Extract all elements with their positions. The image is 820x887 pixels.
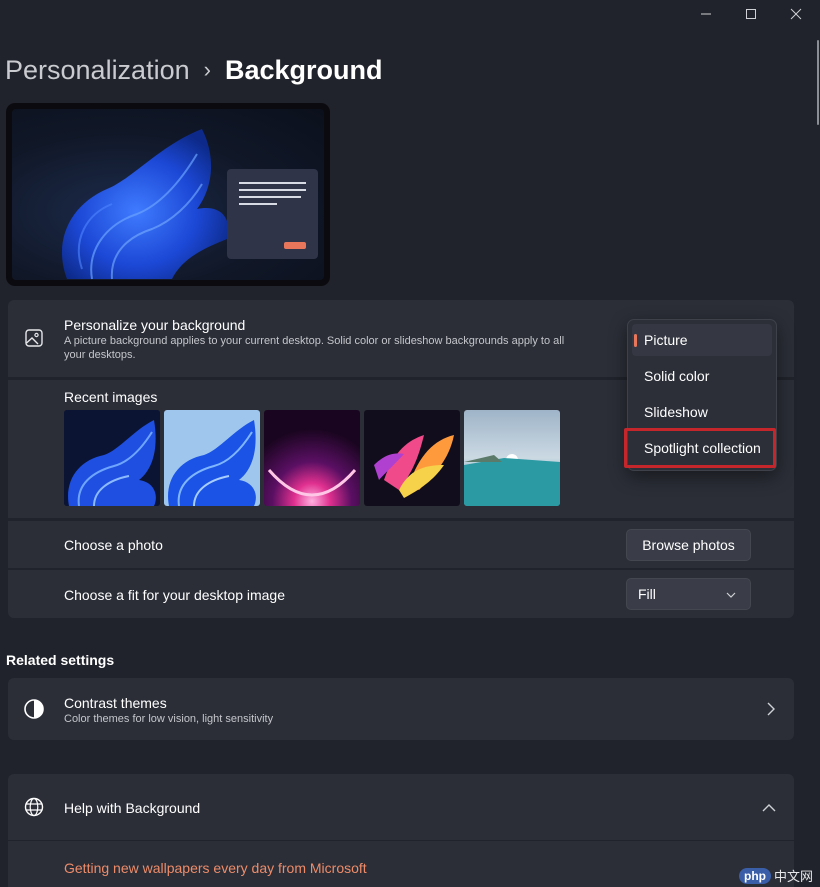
contrast-icon [22,697,46,721]
bloom-dark-blue-image [64,410,160,506]
scrollbar[interactable] [817,40,819,125]
contrast-themes-row[interactable]: Contrast themes Color themes for low vis… [8,678,794,740]
desktop-preview [6,103,330,286]
page-title: Background [224,55,383,85]
purple-glow-image [264,410,360,506]
related-settings-heading: Related settings [6,652,115,668]
breadcrumb-parent[interactable]: Personalization [5,53,190,87]
choose-photo-label: Choose a photo [64,537,163,553]
watermark-logo: php 中文网 [739,866,813,885]
help-link[interactable]: Getting new wallpapers every day from Mi… [64,860,367,876]
preview-window [227,169,318,259]
selection-indicator [634,334,637,347]
choose-fit-label: Choose a fit for your desktop image [64,587,286,603]
watermark-site: 中文网 [774,869,814,884]
recent-images-label: Recent images [64,389,158,405]
breadcrumb: Personalization › Background [5,53,382,87]
chevron-up-icon[interactable] [762,803,776,813]
breadcrumb-separator-icon: › [203,57,211,82]
recent-image-thumb[interactable] [64,410,160,506]
recent-image-thumb[interactable] [464,410,560,506]
watermark-brand: php [739,867,771,884]
globe-icon [22,795,46,819]
close-button[interactable] [773,0,819,28]
chevron-right-icon [767,702,775,716]
image-icon [22,326,46,350]
maximize-button[interactable] [728,0,774,28]
menu-item-picture[interactable]: Picture [632,324,772,356]
recent-image-thumb[interactable] [264,410,360,506]
minimize-icon [701,13,711,15]
bloom-light-blue-image [164,410,260,506]
contrast-themes-subtitle: Color themes for low vision, light sensi… [64,713,274,725]
browse-photos-button[interactable]: Browse photos [626,529,751,561]
menu-item-solid-color[interactable]: Solid color [632,360,772,392]
contrast-themes-title: Contrast themes [64,695,167,711]
background-description-2: your desktops. [64,349,136,361]
highlight-annotation [624,428,776,468]
pink-flower-image [364,410,460,506]
close-icon [790,8,802,20]
seaside-sunrise-image [464,410,560,506]
preview-wallpaper [12,109,324,280]
minimize-button[interactable] [683,0,729,28]
recent-image-thumb[interactable] [164,410,260,506]
fit-dropdown[interactable]: Fill [626,578,751,610]
menu-item-slideshow[interactable]: Slideshow [632,396,772,428]
maximize-icon [746,9,756,19]
background-title: Personalize your background [64,317,246,333]
background-description-1: A picture background applies to your cur… [64,335,565,347]
help-title: Help with Background [64,800,201,816]
chevron-down-icon [726,592,736,598]
fit-dropdown-value: Fill [638,586,656,602]
divider [8,840,794,841]
recent-image-thumb[interactable] [364,410,460,506]
